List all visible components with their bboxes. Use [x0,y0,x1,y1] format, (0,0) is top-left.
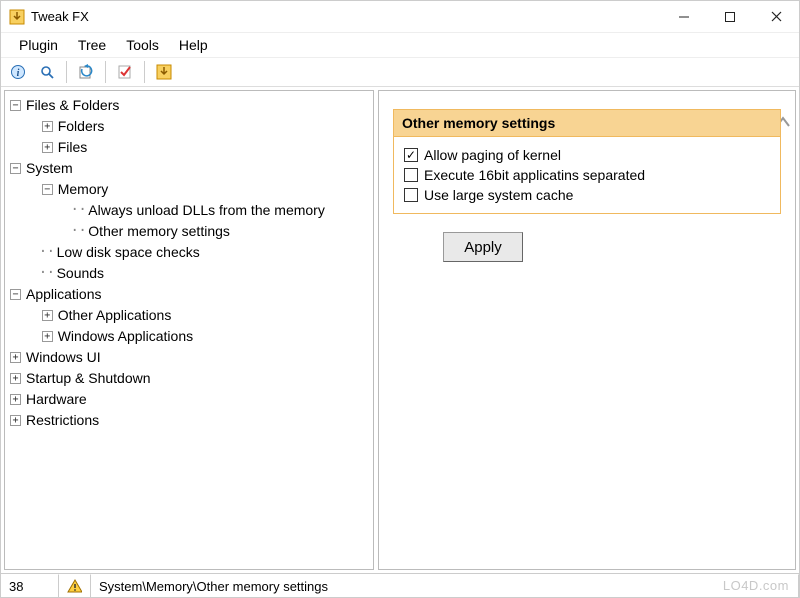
status-bar: 38 System\Memory\Other memory settings [1,573,799,597]
tree-expand-icon[interactable]: + [42,121,53,132]
checkbox-row[interactable]: Execute 16bit applicatins separated [404,165,770,185]
toolbar-separator [66,61,67,83]
tree-item-label: Low disk space checks [55,242,200,263]
tree-item-label: Windows Applications [56,326,193,347]
checkbox-label: Execute 16bit applicatins separated [424,167,645,183]
tree-expand-icon[interactable]: + [10,415,21,426]
tree-item[interactable]: +Windows Applications [7,326,371,347]
tree-collapse-icon[interactable]: − [10,163,21,174]
tree-item[interactable]: +Startup & Shutdown [7,368,371,389]
tree-item[interactable]: ··Low disk space checks [7,242,371,263]
panel-title: Other memory settings [394,110,780,137]
tree-item[interactable]: ··Sounds [7,263,371,284]
tree-item[interactable]: +Folders [7,116,371,137]
tree-item-label: Sounds [55,263,104,284]
checkbox[interactable] [404,188,418,202]
toolbar-separator [105,61,106,83]
tree-item-label: Restrictions [24,410,99,431]
minimize-button[interactable] [661,1,707,32]
tree-item-label: Files [56,137,88,158]
close-button[interactable] [753,1,799,32]
tree-collapse-icon[interactable]: − [10,100,21,111]
menu-help[interactable]: Help [171,35,216,55]
tree-item[interactable]: +Hardware [7,389,371,410]
checkbox[interactable] [404,168,418,182]
tree-item[interactable]: +Windows UI [7,347,371,368]
tree-item-label: Applications [24,284,102,305]
tree-item[interactable]: −Files & Folders [7,95,371,116]
tree-item-label: Windows UI [24,347,101,368]
tree-item[interactable]: +Other Applications [7,305,371,326]
tree-collapse-icon[interactable]: − [10,289,21,300]
checkbox[interactable]: ✓ [404,148,418,162]
toolbar-info-button[interactable]: i [5,60,31,84]
status-warning-icon [59,574,91,597]
status-path: System\Memory\Other memory settings [91,574,799,597]
tree-expand-icon[interactable]: + [42,331,53,342]
svg-text:i: i [17,68,20,79]
tree-expand-icon[interactable]: + [10,373,21,384]
tree-expand-icon[interactable]: + [42,142,53,153]
menu-tools[interactable]: Tools [118,35,167,55]
maximize-button[interactable] [707,1,753,32]
tree-item[interactable]: −System [7,158,371,179]
tree-item[interactable]: +Files [7,137,371,158]
panel-body: ✓ Allow paging of kernel Execute 16bit app… [394,137,780,213]
checkbox-label: Allow paging of kernel [424,147,561,163]
app-icon [9,9,25,25]
tree-item[interactable]: ··Always unload DLLs from the memory [7,200,371,221]
tree-item-label: Memory [56,179,109,200]
tree-item[interactable]: −Memory [7,179,371,200]
checkbox-row[interactable]: ✓ Allow paging of kernel [404,145,770,165]
tree-item-label: Files & Folders [24,95,119,116]
toolbar-download-button[interactable] [151,60,177,84]
toolbar: i [1,57,799,87]
status-count: 38 [1,574,59,597]
watermark: LO4D.com [723,578,789,593]
toolbar-separator [144,61,145,83]
tree-item-label: System [24,158,73,179]
checkbox-label: Use large system cache [424,187,573,203]
toolbar-search-button[interactable] [34,60,60,84]
tree-collapse-icon[interactable]: − [42,184,53,195]
window-controls [661,1,799,32]
toolbar-refresh-button[interactable] [73,60,99,84]
toolbar-check-button[interactable] [112,60,138,84]
tree-item-label: Folders [56,116,105,137]
menu-tree[interactable]: Tree [70,35,114,55]
tree-expand-icon[interactable]: + [42,310,53,321]
tree-pane[interactable]: −Files & Folders +Folders +Files−System … [4,90,374,570]
tree-item-label: Hardware [24,389,87,410]
tree-item-label: Always unload DLLs from the memory [86,200,325,221]
menu-bar: Plugin Tree Tools Help [1,33,799,57]
settings-panel: Other memory settings ✓ Allow paging of k… [393,109,781,214]
content-area: −Files & Folders +Folders +Files−System … [1,87,799,573]
checkbox-row[interactable]: Use large system cache [404,185,770,205]
tree-item-label: Startup & Shutdown [24,368,151,389]
settings-pane: Other memory settings ✓ Allow paging of k… [378,90,796,570]
tree-item[interactable]: ··Other memory settings [7,221,371,242]
tree-expand-icon[interactable]: + [10,352,21,363]
menu-plugin[interactable]: Plugin [11,35,66,55]
tree-item[interactable]: +Restrictions [7,410,371,431]
apply-button[interactable]: Apply [443,232,523,262]
tree-item-label: Other memory settings [86,221,230,242]
window-title: Tweak FX [31,9,89,24]
titlebar: Tweak FX [1,1,799,33]
tree-item[interactable]: −Applications [7,284,371,305]
tree-expand-icon[interactable]: + [10,394,21,405]
tree-item-label: Other Applications [56,305,172,326]
